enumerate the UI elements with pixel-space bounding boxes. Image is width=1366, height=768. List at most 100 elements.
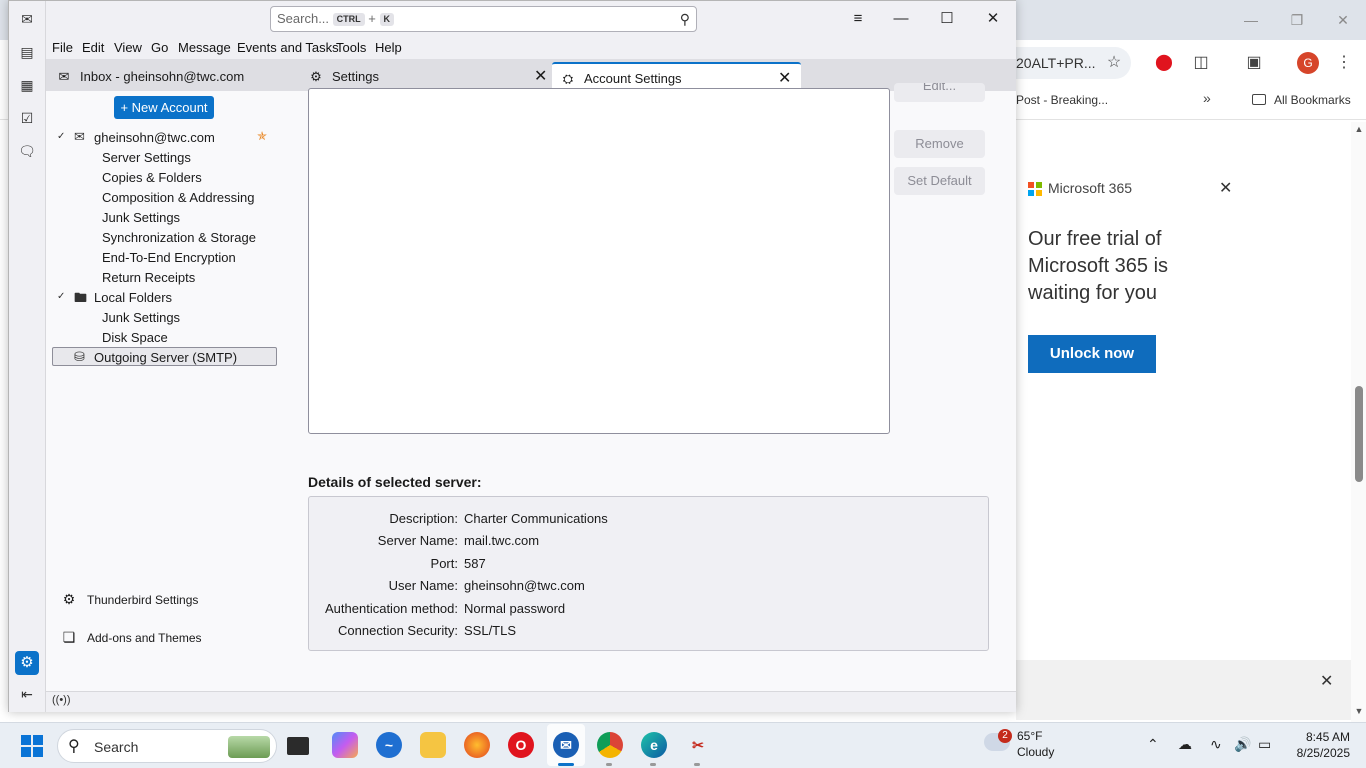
tree-sync-storage[interactable]: Synchronization & Storage — [102, 230, 256, 245]
detail-value: 587 — [464, 556, 486, 571]
tab-search-icon[interactable]: ▣ — [1243, 52, 1265, 74]
addons-themes-link[interactable]: ❏ Add-ons and Themes — [61, 629, 202, 646]
chrome-close-icon[interactable]: ✕ — [1331, 8, 1355, 32]
set-default-button[interactable]: Set Default — [894, 167, 985, 195]
smtp-server-list[interactable] — [308, 88, 890, 434]
chrome-icon[interactable] — [597, 732, 623, 758]
ad-headline: Our free trial of Microsoft 365 is waiti… — [1028, 228, 1169, 304]
snipping-tool-icon[interactable]: ✂ — [685, 732, 711, 758]
tree-return-receipts[interactable]: Return Receipts — [102, 270, 195, 285]
battery-icon[interactable]: ▭ — [1258, 736, 1271, 753]
scroll-thumb[interactable] — [1355, 386, 1363, 482]
profile-avatar[interactable]: G — [1297, 52, 1319, 74]
menu-help[interactable]: Help — [375, 40, 402, 55]
menu-bar: File Edit View Go Message Events and Tas… — [46, 37, 1016, 59]
running-indicator — [606, 763, 612, 766]
tasks-icon[interactable]: ☑ — [17, 108, 37, 128]
opera-icon[interactable]: O — [508, 732, 534, 758]
app-icon[interactable]: ~ — [376, 732, 402, 758]
thunderbird-settings-label: Thunderbird Settings — [87, 593, 199, 607]
firefox-icon[interactable] — [464, 732, 490, 758]
status-bar: ((•)) — [46, 691, 1016, 712]
mail-icon[interactable]: ✉ — [17, 9, 37, 29]
tree-e2e-encryption[interactable]: End-To-End Encryption — [102, 250, 236, 265]
bookmark-star-icon[interactable]: ☆ — [1103, 52, 1125, 74]
banner-close-icon[interactable]: ✕ — [1320, 671, 1333, 691]
detail-row-auth-method: Authentication method: Normal password — [309, 601, 990, 619]
chevron-down-icon[interactable]: ✓ — [57, 291, 65, 302]
tree-disk-space[interactable]: Disk Space — [102, 330, 168, 345]
tree-local-junk-settings[interactable]: Junk Settings — [102, 310, 180, 325]
global-search-input[interactable]: Search... CTRL + K ⚲ — [270, 6, 697, 32]
extensions-puzzle-icon[interactable]: ◫ — [1190, 52, 1212, 74]
tree-junk-settings[interactable]: Junk Settings — [102, 210, 180, 225]
online-status-icon[interactable]: ((•)) — [52, 694, 71, 706]
new-account-button[interactable]: + New Account — [114, 96, 214, 119]
chrome-restore-icon[interactable]: ❐ — [1285, 8, 1309, 32]
all-bookmarks[interactable]: All Bookmarks — [1252, 93, 1351, 107]
minimize-icon[interactable]: — — [889, 7, 913, 31]
tray-overflow-icon[interactable]: ⌃ — [1147, 736, 1159, 753]
tree-account[interactable]: gheinsohn@twc.com — [94, 130, 215, 145]
tab-settings[interactable]: ⚙ Settings ✕ — [308, 62, 552, 91]
unlock-now-button[interactable]: Unlock now — [1028, 335, 1156, 373]
taskbar-search-box[interactable]: ⚲ Search — [57, 729, 277, 763]
maximize-icon[interactable]: ☐ — [935, 7, 959, 31]
search-icon[interactable]: ⚲ — [680, 7, 690, 31]
edit-button[interactable]: Edit... — [894, 83, 985, 102]
thunderbird-settings-link[interactable]: ⚙ Thunderbird Settings — [61, 591, 199, 608]
new-account-label: New Account — [131, 100, 208, 115]
scroll-up-icon[interactable]: ▲ — [1352, 124, 1366, 134]
search-placeholder: Search... — [277, 11, 330, 26]
menu-message[interactable]: Message — [178, 40, 231, 55]
weather-temp: 65°F — [1017, 729, 1043, 743]
tab-inbox[interactable]: ✉ Inbox - gheinsohn@twc.com — [56, 62, 296, 91]
chrome-menu-icon[interactable]: ⋮ — [1333, 52, 1355, 74]
file-explorer-icon[interactable] — [420, 732, 446, 758]
app-menu-icon[interactable]: ≡ — [846, 7, 870, 31]
detail-value: gheinsohn@twc.com — [464, 578, 585, 593]
volume-icon[interactable]: 🔊 — [1234, 736, 1251, 753]
scroll-down-icon[interactable]: ▼ — [1352, 706, 1366, 716]
chat-icon[interactable]: 🗨 — [17, 141, 37, 161]
tab-settings-close-icon[interactable]: ✕ — [534, 62, 547, 91]
ad-close-icon[interactable]: ✕ — [1219, 178, 1232, 198]
onedrive-icon[interactable]: ☁ — [1178, 736, 1192, 753]
search-icon: ⚲ — [68, 738, 80, 755]
opera-extension-icon[interactable]: ⬤ — [1153, 52, 1175, 74]
shortcut-key-k: K — [379, 13, 394, 26]
thunderbird-icon[interactable]: ✉ — [553, 732, 579, 758]
menu-tools[interactable]: Tools — [336, 40, 366, 55]
tree-local-folders[interactable]: Local Folders — [94, 290, 172, 305]
wifi-icon[interactable]: ∿ — [1210, 736, 1222, 753]
tab-account-settings[interactable]: ⛭ Account Settings ✕ — [552, 62, 801, 91]
task-view-icon[interactable] — [287, 737, 309, 755]
calendar-icon[interactable]: ▦ — [17, 75, 37, 95]
menu-view[interactable]: View — [114, 40, 142, 55]
remove-button[interactable]: Remove — [894, 130, 985, 158]
chrome-minimize-icon[interactable]: — — [1239, 8, 1263, 32]
tree-server-settings[interactable]: Server Settings — [102, 150, 191, 165]
detail-label: Server Name: — [377, 533, 458, 548]
menu-events-and-tasks[interactable]: Events and Tasks — [237, 40, 339, 55]
tree-outgoing-server[interactable]: Outgoing Server (SMTP) — [94, 350, 237, 365]
copilot-icon[interactable] — [332, 732, 358, 758]
running-indicator — [694, 763, 700, 766]
tree-composition-addressing[interactable]: Composition & Addressing — [102, 190, 254, 205]
account-tree-pane: + New Account ✓ ✉ gheinsohn@twc.com ✯ Se… — [46, 91, 284, 691]
windows-start-icon[interactable] — [21, 735, 43, 757]
menu-edit[interactable]: Edit — [82, 40, 104, 55]
collapse-spaces-icon[interactable]: ⇤ — [17, 684, 37, 704]
spaces-settings-icon[interactable]: ⚙ — [15, 651, 39, 675]
bookmarks-overflow-icon[interactable]: » — [1203, 90, 1211, 106]
puzzle-icon: ❏ — [62, 629, 76, 645]
menu-file[interactable]: File — [52, 40, 73, 55]
chevron-down-icon[interactable]: ✓ — [57, 131, 65, 142]
address-book-icon[interactable]: ▤ — [17, 42, 37, 62]
close-icon[interactable]: ✕ — [981, 7, 1005, 31]
taskbar-clock[interactable]: 8:45 AM 8/25/2025 — [1280, 729, 1350, 761]
bookmark-post[interactable]: Post - Breaking... — [1016, 93, 1108, 107]
tree-copies-folders[interactable]: Copies & Folders — [102, 170, 202, 185]
edge-icon[interactable]: e — [641, 732, 667, 758]
menu-go[interactable]: Go — [151, 40, 168, 55]
